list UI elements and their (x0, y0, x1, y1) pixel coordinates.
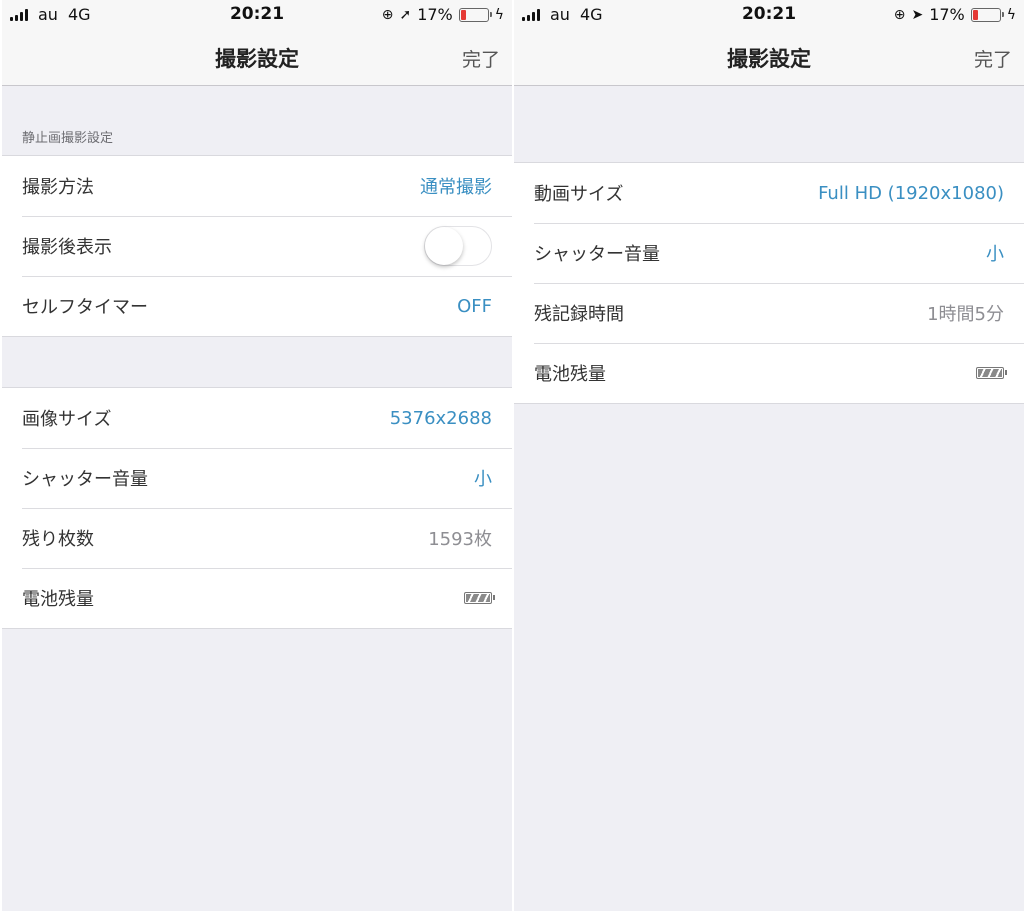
location-arrow-icon: ➤ (911, 6, 924, 23)
setting-label: 残記録時間 (534, 304, 624, 325)
charging-bolt-icon: ϟ (1006, 6, 1016, 23)
setting-row-remaining-time: 残記録時間 1時間5分 (514, 283, 1024, 343)
setting-label: セルフタイマー (22, 297, 148, 318)
done-button[interactable]: 完了 (462, 45, 500, 72)
battery-status-icon (458, 7, 492, 22)
rotation-lock-icon: ⊕ (381, 6, 394, 23)
toggle-knob (425, 227, 463, 265)
location-arrow-icon: ➚ (399, 6, 412, 23)
setting-value: Full HD (1920x1080) (818, 182, 1004, 204)
battery-status-icon (970, 7, 1004, 22)
setting-label: シャッター音量 (22, 469, 148, 490)
settings-group-capture: 撮影方法 通常撮影 撮影後表示 セルフタイマー OFF (2, 155, 512, 337)
setting-label: 動画サイズ (534, 184, 624, 205)
setting-value: 1時間5分 (927, 304, 1004, 325)
setting-row-remaining-shots: 残り枚数 1593枚 (2, 508, 512, 568)
battery-level-icon (464, 592, 495, 604)
setting-row-shutter-volume[interactable]: シャッター音量 小 (2, 448, 512, 508)
setting-row-self-timer[interactable]: セルフタイマー OFF (2, 276, 512, 336)
setting-label: 撮影方法 (22, 177, 94, 198)
setting-row-battery: 電池残量 (514, 343, 1024, 403)
navigation-bar: 撮影設定 完了 (2, 28, 512, 86)
settings-group-image: 画像サイズ 5376x2688 シャッター音量 小 残り枚数 1593枚 電池残… (2, 387, 512, 629)
setting-label: 電池残量 (534, 364, 606, 385)
setting-label: 画像サイズ (22, 409, 112, 430)
status-bar: au 4G 20:21 ⊕ ➚ 17% ϟ (2, 0, 512, 28)
setting-label: シャッター音量 (534, 244, 660, 265)
status-bar: au 4G 20:21 ⊕ ➤ 17% ϟ (514, 0, 1024, 28)
setting-row-capture-method[interactable]: 撮影方法 通常撮影 (2, 156, 512, 216)
settings-group-video: 動画サイズ Full HD (1920x1080) シャッター音量 小 残記録時… (514, 162, 1024, 404)
navigation-bar: 撮影設定 完了 (514, 28, 1024, 86)
setting-value: 小 (986, 244, 1004, 265)
section-header-still: 静止画撮影設定 (22, 131, 114, 146)
settings-list: 動画サイズ Full HD (1920x1080) シャッター音量 小 残記録時… (514, 87, 1024, 911)
setting-row-shutter-volume[interactable]: シャッター音量 小 (514, 223, 1024, 283)
done-button[interactable]: 完了 (974, 45, 1012, 72)
setting-value: 通常撮影 (420, 177, 492, 198)
setting-row-post-view: 撮影後表示 (2, 216, 512, 276)
right-screen: au 4G 20:21 ⊕ ➤ 17% ϟ 撮影設定 完了 動画サイズ Full… (514, 0, 1024, 911)
left-screen: au 4G 20:21 ⊕ ➚ 17% ϟ 撮影設定 完了 静止画撮影設定 撮影… (2, 0, 512, 911)
setting-label: 撮影後表示 (22, 237, 112, 258)
battery-percent: 17% (929, 5, 965, 24)
setting-value: 小 (474, 469, 492, 490)
setting-value: OFF (457, 295, 492, 317)
page-title: 撮影設定 (215, 47, 299, 71)
battery-level-icon (976, 367, 1007, 379)
rotation-lock-icon: ⊕ (893, 6, 906, 23)
setting-row-video-size[interactable]: 動画サイズ Full HD (1920x1080) (514, 163, 1024, 223)
setting-row-image-size[interactable]: 画像サイズ 5376x2688 (2, 388, 512, 448)
setting-value: 1593枚 (428, 529, 492, 550)
setting-value: 5376x2688 (389, 407, 492, 429)
battery-percent: 17% (417, 5, 453, 24)
setting-label: 残り枚数 (22, 529, 94, 550)
settings-list: 静止画撮影設定 撮影方法 通常撮影 撮影後表示 セルフタイマー OFF 画像サイ… (2, 87, 512, 911)
page-title: 撮影設定 (727, 47, 811, 71)
post-view-toggle[interactable] (424, 226, 492, 266)
charging-bolt-icon: ϟ (494, 6, 504, 23)
setting-row-battery: 電池残量 (2, 568, 512, 628)
setting-label: 電池残量 (22, 589, 94, 610)
